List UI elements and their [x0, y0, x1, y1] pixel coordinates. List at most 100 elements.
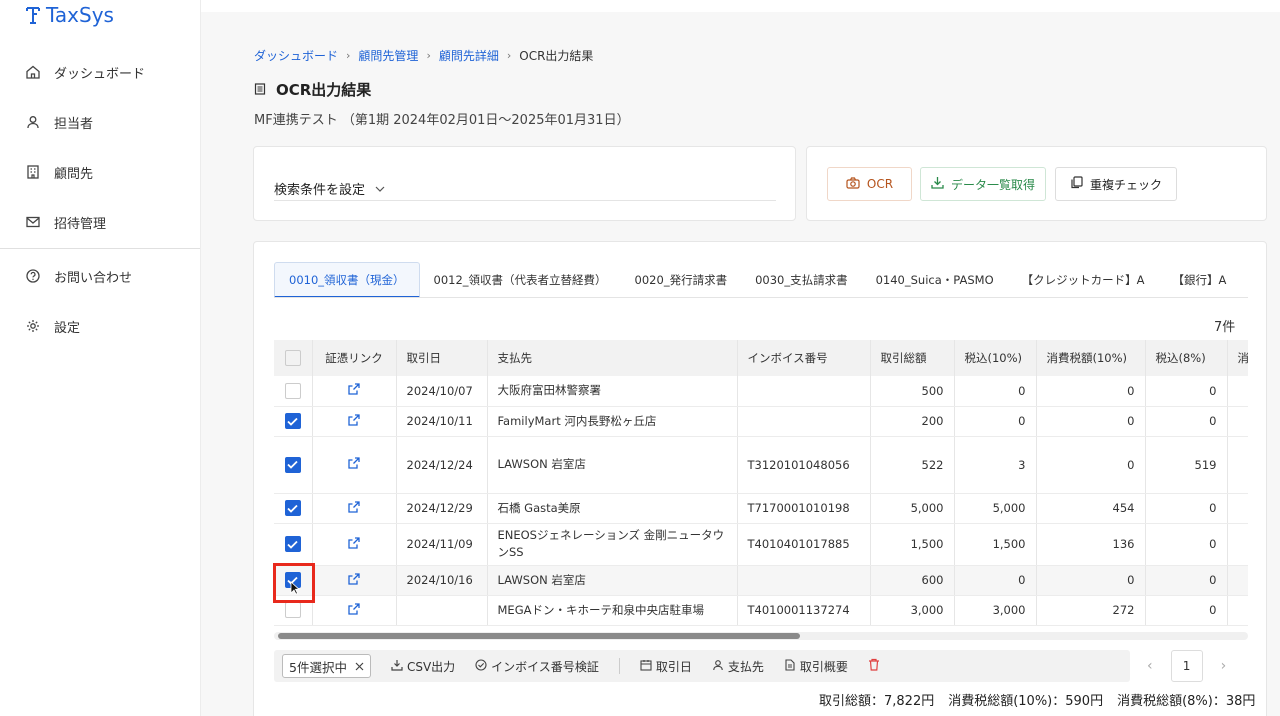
sidebar-item-clients[interactable]: 顧問先 [0, 152, 200, 192]
bulk-payee-button[interactable]: 支払先 [712, 658, 764, 675]
row-checkbox[interactable] [284, 602, 301, 618]
select-all-checkbox[interactable] [284, 350, 301, 366]
page-subtitle: MF連携テスト （第1期 2024年02月01日〜2025年01月31日） [254, 113, 630, 128]
tab-suica-pasmo[interactable]: 0140_Suica・PASMO [862, 262, 1008, 297]
col-header-invoice[interactable]: インボイス番号 [737, 340, 871, 376]
row-checkbox[interactable] [284, 456, 301, 473]
col-header-link[interactable]: 証憑リンク [312, 340, 397, 376]
tab-bank[interactable]: 【銀行】A [1159, 262, 1241, 297]
external-link-icon[interactable] [348, 602, 360, 618]
prev-page-icon[interactable]: ‹ [1147, 658, 1153, 674]
breadcrumb-client-detail[interactable]: 顧問先詳細 [439, 47, 499, 64]
tax8-incl-cell: 0 [1145, 595, 1228, 626]
horizontal-scrollbar[interactable] [274, 632, 1248, 640]
external-link-icon[interactable] [348, 536, 360, 552]
table-row[interactable]: 2024/11/09 ENEOSジェネレーションズ 金剛ニュータウンSS T4010… [274, 523, 1248, 566]
tax8-incl-cell: 519 [1145, 436, 1228, 494]
external-link-icon[interactable] [348, 383, 360, 398]
tax10-cell: 0 [1036, 565, 1146, 596]
row-checkbox[interactable] [284, 382, 301, 399]
row-checkbox[interactable] [284, 413, 301, 429]
search-conditions-toggle[interactable]: 検索条件を設定 [274, 177, 776, 201]
tab-credit-card[interactable]: 【クレジットカード】A [1008, 262, 1159, 297]
tax8-incl-text: 0 [1209, 501, 1217, 515]
csv-export-button[interactable]: CSV出力 [391, 658, 455, 675]
table-row[interactable]: 2024/10/16 LAWSON 岩室店 600 0 0 0 [274, 565, 1248, 596]
building-icon [26, 165, 40, 179]
bulk-summary-button[interactable]: 取引概要 [784, 658, 848, 675]
date-cell [396, 595, 488, 626]
table-row[interactable]: 2024/12/24 LAWSON 岩室店 T3120101048056 522 3 0 5… [274, 436, 1248, 494]
row-select-cell [274, 493, 313, 524]
sidebar-item-staff[interactable]: 担当者 [0, 102, 200, 142]
download-data-button[interactable]: データ一覧取得 [920, 167, 1046, 201]
col-header-tax10-incl[interactable]: 税込(10%) [954, 340, 1037, 376]
duplicate-check-button[interactable]: 重複チェック [1055, 167, 1177, 201]
bulk-delete-button[interactable] [868, 658, 880, 674]
document-type-tabs: 0010_領収書（現金） 0012_領収書（代表者立替経費） 0020_発行請求… [274, 262, 1248, 298]
sidebar-item-label: 設定 [54, 320, 81, 336]
invoice-verify-button[interactable]: インボイス番号検証 [475, 658, 599, 675]
date-text: 2024/10/11 [406, 414, 473, 428]
chevron-down-icon [375, 181, 385, 196]
tab-receipt-cash[interactable]: 0010_領収書（現金） [274, 262, 420, 297]
tax10-cell: 0 [1036, 436, 1146, 494]
table-row[interactable]: MEGAドン・キホーテ和泉中央店駐車場 T4010001137274 3,000 3,… [274, 595, 1248, 626]
total-text: 5,000 [910, 501, 944, 515]
select-all-cell [274, 340, 313, 376]
mouse-cursor-icon [290, 581, 301, 598]
external-link-icon[interactable] [348, 572, 360, 588]
tax8-cell [1227, 406, 1248, 437]
sidebar-item-contact[interactable]: お問い合わせ [0, 256, 200, 296]
page-number[interactable]: 1 [1170, 650, 1203, 682]
tax8-cell [1227, 523, 1248, 566]
date-text: 2024/10/07 [406, 383, 473, 398]
app-logo[interactable]: TaxSys [26, 3, 114, 27]
sidebar-item-invitations[interactable]: 招待管理 [0, 202, 200, 242]
next-page-icon[interactable]: › [1221, 658, 1227, 674]
bulk-divider [618, 658, 620, 674]
tab-issued-invoice[interactable]: 0020_発行請求書 [621, 262, 742, 297]
total-cell: 600 [870, 565, 955, 596]
col-header-payee[interactable]: 支払先 [487, 340, 738, 376]
user-icon [712, 659, 724, 674]
tax8-incl-cell: 0 [1145, 493, 1228, 524]
table-row[interactable]: 2024/12/29 石橋 Gasta美原 T7170001010198 5,000 5… [274, 493, 1248, 524]
row-checkbox[interactable] [284, 500, 301, 516]
scrollbar-thumb[interactable] [278, 633, 800, 639]
payee-cell: 大阪府富田林警察署 [487, 376, 738, 407]
tab-receipt-reimbursed[interactable]: 0012_領収書（代表者立替経費） [420, 262, 621, 297]
breadcrumb-dashboard[interactable]: ダッシュボード [254, 47, 338, 64]
tax10-text: 136 [1112, 537, 1135, 551]
sidebar-item-settings[interactable]: 設定 [0, 306, 200, 346]
evidence-link-cell [312, 595, 397, 626]
table-row[interactable]: 2024/10/07 大阪府富田林警察署 500 0 0 0 [274, 376, 1248, 407]
gear-icon [26, 319, 40, 333]
table-row[interactable]: 2024/10/11 FamilyMart 河内長野松ヶ丘店 200 0 0 0 [274, 406, 1248, 437]
row-checkbox[interactable] [284, 536, 301, 552]
col-header-total[interactable]: 取引総額 [870, 340, 955, 376]
col-header-date[interactable]: 取引日 [396, 340, 488, 376]
external-link-icon[interactable] [348, 500, 360, 516]
bulk-date-button[interactable]: 取引日 [640, 658, 692, 675]
external-link-icon[interactable] [348, 413, 360, 429]
tax10-cell: 136 [1036, 523, 1146, 566]
sidebar-item-dashboard[interactable]: ダッシュボード [0, 52, 200, 92]
sidebar-divider [0, 248, 200, 249]
col-header-tax8[interactable]: 消 [1227, 340, 1248, 376]
total-cell: 200 [870, 406, 955, 437]
selection-chip[interactable]: 5件選択中 [282, 654, 371, 678]
breadcrumb-client-management[interactable]: 顧問先管理 [358, 47, 418, 64]
tab-payment-invoice[interactable]: 0030_支払請求書 [741, 262, 862, 297]
col-header-tax10[interactable]: 消費税額(10%) [1036, 340, 1146, 376]
calendar-icon [640, 659, 652, 674]
date-cell: 2024/10/07 [396, 376, 488, 407]
col-header-tax8-incl[interactable]: 税込(8%) [1145, 340, 1228, 376]
row-select-cell [274, 436, 313, 494]
results-table-wrapper[interactable]: 証憑リンク 取引日 支払先 インボイス番号 取引総額 税込(10%) 消費税額(… [274, 340, 1248, 630]
external-link-icon[interactable] [348, 457, 360, 472]
close-icon[interactable] [355, 659, 364, 674]
ocr-button[interactable]: OCR [827, 167, 912, 201]
sidebar: TaxSys ダッシュボード 担当者 顧問先 招待管理 お問い合わせ 設定 [0, 0, 201, 716]
chevron-right-icon: › [506, 49, 512, 62]
